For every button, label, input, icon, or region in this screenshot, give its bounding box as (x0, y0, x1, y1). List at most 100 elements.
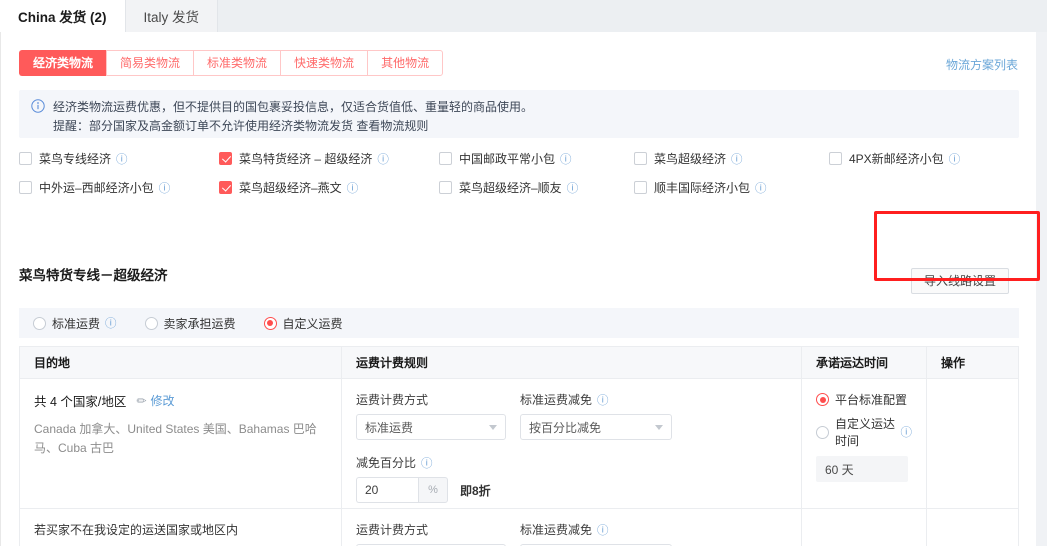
page-root: China 发货 (2) Italy 发货 经济类物流 简易类物流 标准类物流 … (0, 0, 1047, 546)
pill-economy-logistics[interactable]: 经济类物流 (19, 50, 107, 76)
field-freight-method-label: 运费计费方式 (356, 393, 429, 407)
tab-china-shipping[interactable]: China 发货 (2) (0, 0, 126, 32)
freight-mode-radio-group: 标准运费 ⓘ 卖家承担运费 自定义运费 (19, 308, 1019, 338)
freight-discount-value: 按百分比减免 (529, 420, 602, 435)
table-row: 若买家不在我设定的运送国家或地区内 运费计费方式 标准运费减免 ⓘ (20, 509, 1018, 546)
checkbox-icon[interactable] (219, 181, 232, 194)
checkbox-label: 菜鸟超级经济 (654, 152, 727, 166)
cell-action (927, 379, 1018, 509)
info-circle-icon[interactable]: ⓘ (731, 151, 743, 167)
info-circle-icon[interactable]: ⓘ (116, 151, 128, 167)
checkbox-icon[interactable] (439, 181, 452, 194)
checkbox-label: 中外运–西邮经济小包 (39, 181, 154, 195)
cell-destination-fallback: 若买家不在我设定的运送国家或地区内 (20, 509, 342, 546)
radio-standard-freight[interactable]: 标准运费 ⓘ (33, 315, 117, 332)
pill-standard-logistics-label: 标准类物流 (207, 56, 268, 70)
logistics-rules-link[interactable]: 查看物流规则 (356, 119, 428, 133)
checkbox-item[interactable]: 顺丰国际经济小包 ⓘ (634, 179, 829, 196)
checkbox-icon[interactable] (634, 152, 647, 165)
field-freight-discount: 标准运费减免 ⓘ 不减免 (520, 521, 672, 546)
pencil-icon: ✏ (136, 394, 147, 408)
radio-custom-delivery-time[interactable]: 自定义运达时间 ⓘ (816, 415, 912, 449)
pill-standard-logistics[interactable]: 标准类物流 (193, 50, 281, 76)
info-circle-icon[interactable]: ⓘ (159, 180, 171, 196)
column-header-freight-rule: 运费计费规则 (342, 347, 802, 379)
cell-freight-rule-fallback: 运费计费方式 标准运费 标准运费减免 ⓘ (342, 509, 802, 546)
help-circle-icon[interactable]: ⓘ (597, 522, 609, 538)
info-circle-icon[interactable]: ⓘ (105, 315, 117, 331)
checkbox-label: 菜鸟超级经济–燕文 (239, 181, 342, 195)
radio-icon-selected[interactable] (816, 393, 829, 406)
info-circle-icon[interactable]: ⓘ (567, 180, 579, 196)
checkbox-item[interactable]: 菜鸟超级经济 ⓘ (634, 150, 829, 167)
info-circle-icon (31, 99, 45, 130)
percent-suffix: % (418, 477, 448, 503)
tabstrip-filler (218, 0, 1047, 32)
radio-icon[interactable] (816, 425, 829, 439)
checkbox-icon[interactable] (19, 181, 32, 194)
logistics-plan-list-link[interactable]: 物流方案列表 (946, 56, 1018, 73)
radio-icon-selected[interactable] (263, 316, 277, 330)
pill-other-logistics[interactable]: 其他物流 (367, 50, 444, 76)
checkbox-item[interactable]: 中国邮政平常小包 ⓘ (439, 150, 634, 167)
chevron-down-icon (655, 425, 663, 430)
discount-percent-input[interactable]: 20 (356, 477, 418, 503)
checkbox-label: 顺丰国际经济小包 (654, 181, 751, 195)
info-circle-icon[interactable]: ⓘ (560, 151, 572, 167)
freight-method-value: 标准运费 (365, 420, 414, 435)
checkbox-label: 菜鸟特货经济 – 超级经济 (239, 152, 373, 166)
field-discount-percent: 减免百分比 ⓘ 20 % 即8折 (356, 454, 773, 503)
shipping-origin-tabs: China 发货 (2) Italy 发货 (0, 0, 1047, 32)
info-circle-icon[interactable]: ⓘ (949, 151, 961, 167)
main-card: 经济类物流 简易类物流 标准类物流 快速类物流 其他物流 物流方案列表 经济类物… (0, 32, 1036, 546)
tab-italy-shipping[interactable]: Italy 发货 (125, 0, 219, 32)
checkbox-item[interactable]: 中外运–西邮经济小包 ⓘ (19, 179, 219, 196)
cell-action (927, 509, 1018, 546)
info-circle-icon[interactable]: ⓘ (347, 180, 359, 196)
freight-method-select[interactable]: 标准运费 (356, 414, 506, 440)
import-route-settings-button[interactable]: 导入线路设置 (910, 268, 1009, 294)
radio-seller-pays-freight-label: 卖家承担运费 (163, 316, 236, 331)
radio-custom-freight[interactable]: 自定义运费 (263, 315, 343, 332)
field-freight-method-label: 运费计费方式 (356, 523, 429, 537)
checkbox-icon[interactable] (19, 152, 32, 165)
radio-icon[interactable] (33, 316, 46, 330)
radio-platform-standard[interactable]: 平台标准配置 (816, 391, 912, 408)
radio-seller-pays-freight[interactable]: 卖家承担运费 (144, 315, 236, 332)
help-circle-icon[interactable]: ⓘ (421, 455, 433, 471)
info-circle-icon[interactable]: ⓘ (377, 151, 389, 167)
checkbox-icon[interactable] (829, 152, 842, 165)
freight-rule-fields: 运费计费方式 标准运费 标准运费减免 ⓘ (356, 521, 787, 546)
pill-economy-logistics-label: 经济类物流 (33, 56, 94, 70)
checkbox-icon[interactable] (219, 152, 232, 165)
checkbox-icon[interactable] (439, 152, 452, 165)
info-alert-body: 经济类物流运费优惠，但不提供目的国包裹妥投信息，仅适合货值低、重量轻的商品使用。… (53, 98, 533, 133)
fallback-destination-text: 若买家不在我设定的运送国家或地区内 (34, 523, 239, 537)
checkbox-icon[interactable] (634, 181, 647, 194)
tab-china-shipping-label: China 发货 (2) (18, 10, 107, 25)
carrier-checkbox-grid: 菜鸟专线经济 ⓘ 菜鸟特货经济 – 超级经济 ⓘ 中国邮政平常小包 ⓘ 菜鸟超级… (19, 150, 1029, 196)
radio-icon[interactable] (144, 316, 158, 330)
checkbox-item[interactable]: 菜鸟特货经济 – 超级经济 ⓘ (219, 150, 439, 167)
radio-custom-freight-label: 自定义运费 (282, 316, 343, 331)
pill-express-logistics[interactable]: 快速类物流 (280, 50, 368, 76)
radio-standard-freight-label: 标准运费 (52, 316, 101, 331)
edit-destination-link[interactable]: ✏ 修改 (136, 392, 174, 409)
delivery-days-value: 60 天 (816, 456, 908, 482)
radio-platform-standard-label: 平台标准配置 (835, 393, 908, 407)
tab-italy-shipping-label: Italy 发货 (143, 10, 200, 25)
destination-country-list: Canada 加拿大、United States 美国、Bahamas 巴哈马、… (34, 422, 317, 455)
checkbox-item[interactable]: 4PX新邮经济小包 ⓘ (829, 150, 1024, 167)
checkbox-item[interactable]: 菜鸟超级经济–顺友 ⓘ (439, 179, 634, 196)
cell-delivery-time: 平台标准配置 自定义运达时间 ⓘ 60 天 (802, 379, 927, 509)
section-title: 菜鸟特货专线－超级经济 (19, 268, 168, 283)
pill-simple-logistics[interactable]: 简易类物流 (106, 50, 194, 76)
checkbox-item[interactable]: 菜鸟专线经济 ⓘ (19, 150, 219, 167)
freight-discount-select[interactable]: 按百分比减免 (520, 414, 672, 440)
info-alert-line2: 提醒：部分国家及高金额订单不允许使用经济类物流发货 查看物流规则 (53, 117, 533, 136)
checkbox-item[interactable]: 菜鸟超级经济–燕文 ⓘ (219, 179, 439, 196)
field-freight-discount-label: 标准运费减免 ⓘ (520, 391, 672, 408)
help-circle-icon[interactable]: ⓘ (597, 392, 609, 408)
info-circle-icon[interactable]: ⓘ (755, 180, 767, 196)
info-circle-icon[interactable]: ⓘ (901, 424, 913, 440)
